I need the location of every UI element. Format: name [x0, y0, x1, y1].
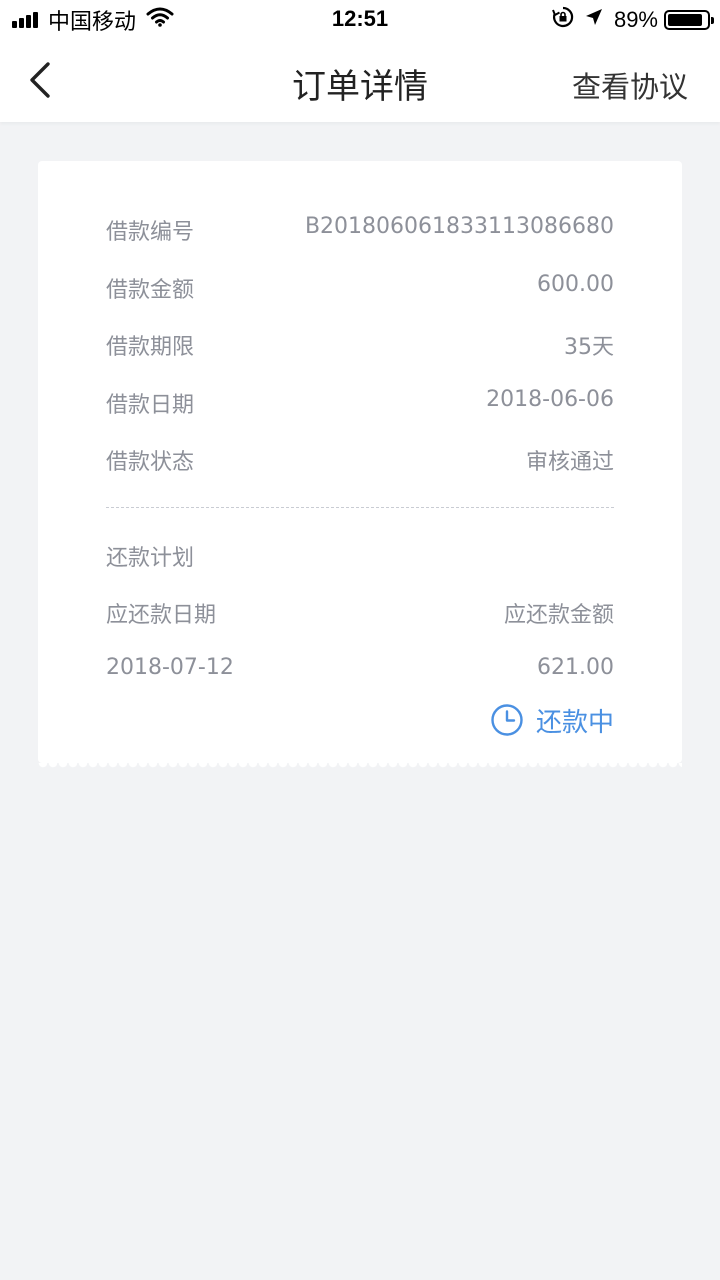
location-arrow-icon — [584, 7, 604, 33]
column-header-date: 应还款日期 — [106, 603, 217, 628]
field-loan-status: 借款状态 审核通过 — [106, 444, 614, 478]
section-title: 还款计划 — [106, 546, 195, 571]
field-loan-date: 借款日期 2018-06-06 — [106, 387, 614, 421]
rotation-lock-icon — [552, 6, 574, 34]
field-value: 35天 — [564, 335, 614, 360]
field-label: 借款编号 — [106, 220, 195, 245]
column-header-amount: 应还款金额 — [503, 603, 614, 628]
field-loan-amount: 借款金额 600.00 — [106, 272, 614, 306]
repayment-plan-heading: 还款计划 — [106, 540, 614, 574]
status-bar: 中国移动 12:51 89% — [0, 0, 720, 40]
order-detail-card: 借款编号 B20180606183311308668​0 借款金额 600.00… — [38, 161, 682, 769]
battery-icon — [664, 10, 714, 30]
field-value: B20180606183311308668​0 — [304, 214, 614, 239]
repayment-status: 还款中 — [490, 702, 614, 738]
section-divider — [106, 507, 614, 508]
repayment-date: 2018-07-12 — [106, 655, 234, 680]
field-label: 借款期限 — [106, 335, 195, 360]
field-value: 600.00 — [537, 272, 614, 297]
field-value: 2018-06-06 — [486, 387, 614, 412]
repayment-amount: 621.00 — [537, 655, 614, 680]
battery-percent: 89% — [613, 7, 658, 32]
view-agreement-button[interactable]: 查看协议 — [572, 64, 688, 106]
status-right: 89% — [552, 6, 714, 34]
field-label: 借款状态 — [106, 450, 195, 475]
field-loan-number: 借款编号 B20180606183311308668​0 — [106, 214, 614, 248]
field-loan-term: 借款期限 35天 — [106, 329, 614, 363]
field-label: 借款日期 — [106, 393, 195, 418]
repayment-plan-header: 应还款日期 应还款金额 — [106, 597, 614, 631]
field-value: 审核通过 — [525, 450, 614, 475]
repayment-status-label: 还款中 — [535, 707, 614, 738]
clock-icon — [491, 704, 523, 736]
repayment-plan-row: 2018-07-12 621.00 — [106, 655, 614, 689]
field-label: 借款金额 — [106, 278, 195, 303]
navigation-bar: 订单详情 查看协议 — [0, 40, 720, 122]
